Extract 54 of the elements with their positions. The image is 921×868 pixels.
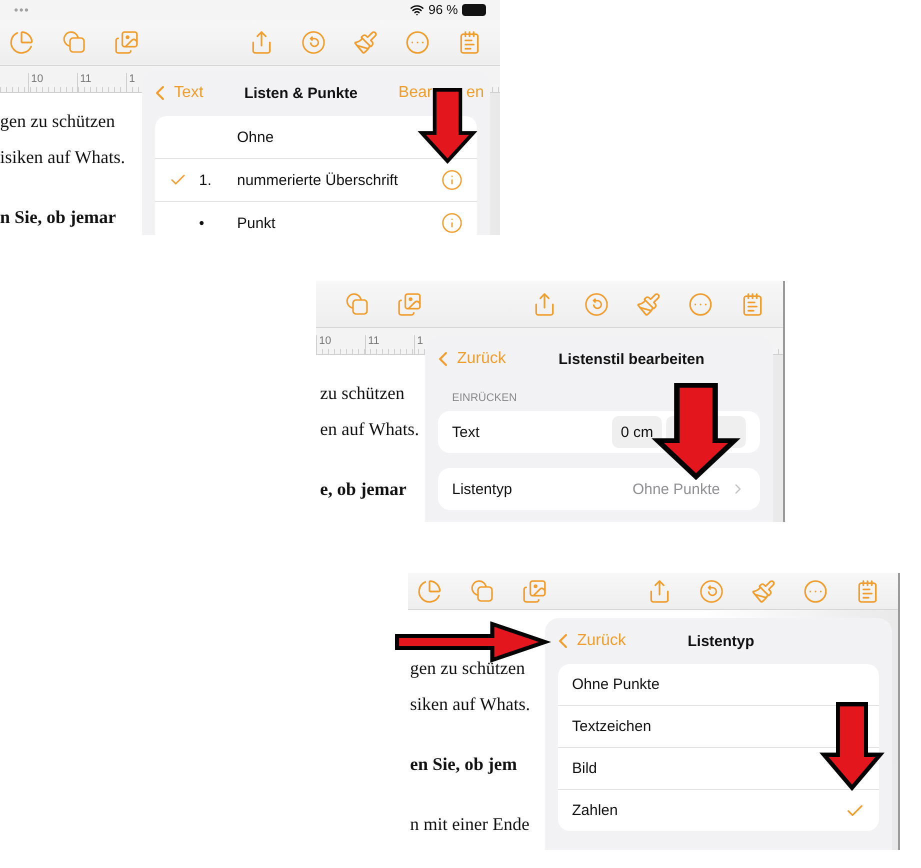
ruler-number: 11 bbox=[77, 73, 126, 92]
indent-field[interactable]: 0 cm bbox=[612, 416, 662, 448]
info-icon[interactable] bbox=[441, 169, 463, 191]
document-text: isiken auf Whats. bbox=[0, 146, 126, 169]
document-text: siken auf Whats. bbox=[410, 693, 530, 716]
paintbrush-icon[interactable] bbox=[353, 30, 378, 55]
wifi-icon bbox=[410, 2, 424, 17]
more-icon[interactable] bbox=[405, 30, 430, 55]
more-icon[interactable] bbox=[803, 578, 828, 604]
shapes-icon[interactable] bbox=[344, 291, 370, 317]
list-marker: 1. bbox=[199, 172, 213, 188]
indent-label: Text bbox=[452, 424, 481, 440]
list-type-option[interactable]: Zahlen bbox=[558, 789, 879, 831]
images-icon[interactable] bbox=[114, 30, 139, 55]
paintbrush-icon[interactable] bbox=[636, 292, 661, 316]
ruler-number: 10 bbox=[316, 335, 365, 354]
list-style-label: Punkt bbox=[237, 214, 276, 232]
battery-icon bbox=[462, 4, 486, 16]
list-style-row[interactable]: Ohne bbox=[155, 116, 477, 158]
more-icon[interactable] bbox=[688, 292, 713, 316]
document-heading: n Sie, ob jemar bbox=[0, 206, 116, 229]
popover-title: Listentyp bbox=[686, 632, 756, 650]
list-style-row[interactable]: 1. nummerierte Überschrift bbox=[155, 158, 477, 201]
document-text: zu schützen bbox=[320, 382, 404, 405]
document-text: gen zu schützen bbox=[410, 657, 525, 680]
shapes-icon[interactable] bbox=[469, 578, 495, 604]
images-icon[interactable] bbox=[397, 292, 422, 316]
status-dots: ••• bbox=[14, 2, 30, 17]
undo-icon[interactable] bbox=[301, 30, 326, 55]
list-marker: • bbox=[199, 214, 206, 232]
shapes-icon[interactable] bbox=[61, 29, 87, 56]
document-heading: e, ob jemar bbox=[320, 478, 406, 501]
document-heading: en Sie, ob jem bbox=[410, 753, 517, 776]
undo-icon[interactable] bbox=[584, 292, 609, 316]
list-type-option[interactable]: Ohne Punkte bbox=[558, 664, 879, 705]
pie-chart-icon[interactable] bbox=[9, 30, 34, 55]
images-icon[interactable] bbox=[522, 578, 547, 604]
ruler-number: 10 bbox=[28, 73, 77, 92]
list-style-label: Ohne bbox=[237, 128, 275, 146]
info-icon[interactable] bbox=[441, 212, 463, 234]
popover-title: Listenstil bearbeiten bbox=[558, 350, 706, 368]
list-style-row[interactable]: • Punkt bbox=[155, 201, 477, 235]
list-style-label: nummerierte Überschrift bbox=[237, 172, 399, 188]
section-header: EINRÜCKEN bbox=[451, 390, 518, 406]
undo-icon[interactable] bbox=[699, 578, 724, 604]
battery-percent: 96 % bbox=[428, 2, 458, 18]
list-type-row[interactable]: Listentyp Ohne Punkte bbox=[438, 468, 760, 510]
document-text: n mit einer Ende bbox=[410, 813, 530, 836]
popover-title: Listen & Punkte bbox=[243, 84, 359, 102]
ruler-number: 11 bbox=[365, 335, 414, 354]
document-text: gen zu schützen bbox=[0, 110, 115, 133]
paintbrush-icon[interactable] bbox=[751, 578, 776, 604]
pie-chart-icon[interactable] bbox=[417, 578, 442, 604]
document-text: en auf Whats. bbox=[320, 418, 420, 441]
